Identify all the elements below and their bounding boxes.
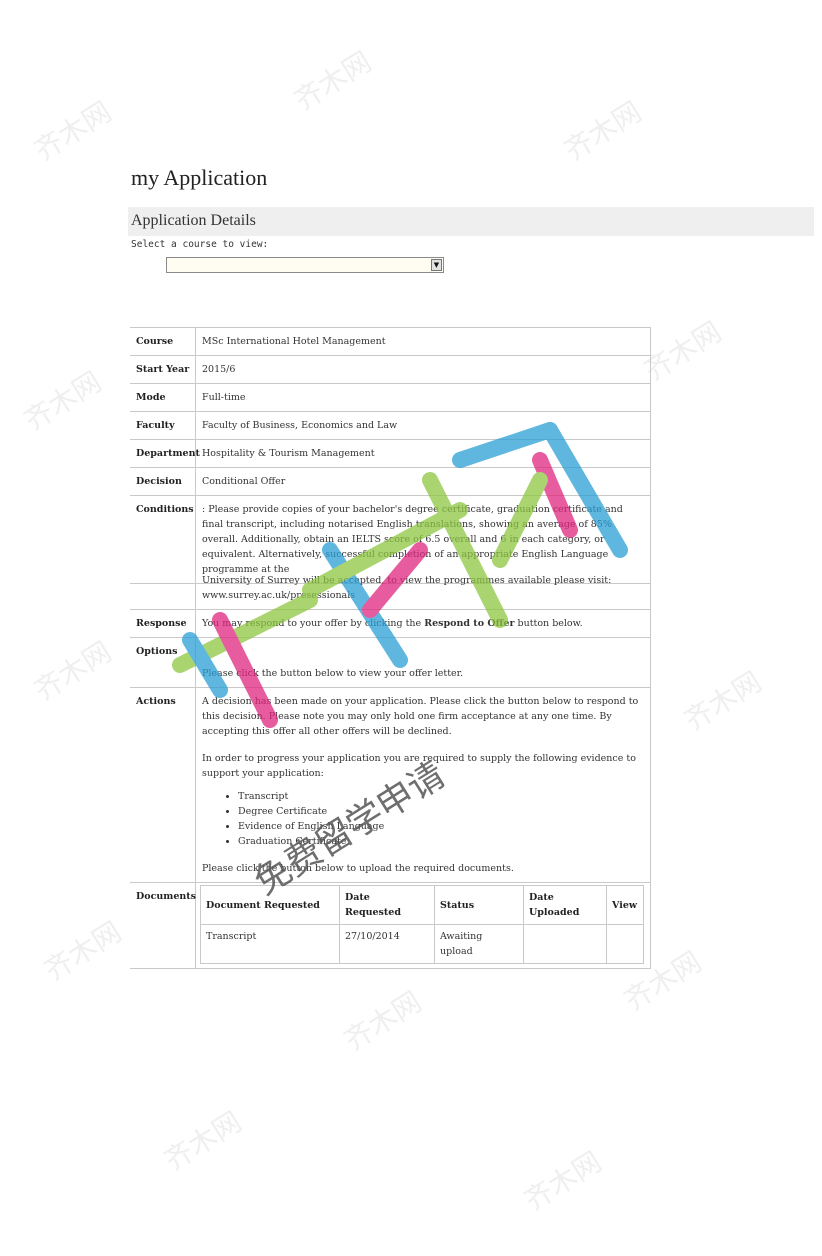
conditions-continued-label	[130, 567, 196, 610]
department-value: Hospitality & Tourism Management	[195, 439, 651, 468]
table-row: Decision Conditional Offer	[130, 467, 651, 496]
documents-label: Documents	[130, 882, 196, 969]
table-row: Faculty Faculty of Business, Economics a…	[130, 411, 651, 440]
table-row: Mode Full-time	[130, 383, 651, 412]
department-label: Department	[130, 439, 200, 468]
response-pre-text: You may respond to your offer by clickin…	[202, 618, 422, 629]
mode-label: Mode	[130, 383, 196, 412]
conditions-continued-value: University of Surrey will be accepted, t…	[195, 567, 651, 610]
documents-value: Document Requested Date Requested Status…	[195, 882, 651, 969]
decision-label: Decision	[130, 467, 196, 496]
list-item: Evidence of English Language	[238, 819, 645, 834]
table-row: Course MSc International Hotel Managemen…	[130, 327, 651, 356]
date-requested-cell: 27/10/2014	[339, 924, 435, 964]
table-row: Actions A decision has been made on your…	[130, 687, 651, 883]
page-title: my Application	[131, 165, 268, 190]
response-value: You may respond to your offer by clickin…	[195, 609, 651, 638]
list-item: Graduation Certificate	[238, 834, 645, 849]
section-title: Application Details	[131, 212, 256, 229]
column-header: Date Uploaded	[523, 885, 607, 925]
course-label: Course	[130, 327, 196, 356]
column-header: Document Requested	[200, 885, 340, 925]
watermark-tile: 齐木网	[558, 95, 648, 168]
table-row: Options Please click the button below to…	[130, 637, 651, 688]
watermark-tile: 齐木网	[518, 1145, 608, 1218]
document-name-cell: Transcript	[200, 924, 340, 964]
status-cell: Awaiting upload	[434, 924, 524, 964]
table-row: Start Year 2015/6	[130, 355, 651, 384]
actions-label: Actions	[130, 687, 196, 883]
list-item: Transcript	[238, 789, 645, 804]
column-header: Status	[434, 885, 524, 925]
mode-value: Full-time	[195, 383, 651, 412]
watermark-tile: 齐木网	[678, 665, 768, 738]
application-details-table: Course MSc International Hotel Managemen…	[130, 327, 651, 584]
response-label: Response	[130, 609, 196, 638]
table-row: Documents Document Requested Date Reques…	[130, 882, 651, 969]
evidence-list: Transcript Degree Certificate Evidence o…	[202, 789, 645, 849]
view-cell[interactable]	[606, 924, 644, 964]
documents-header-row: Document Requested Date Requested Status…	[200, 885, 644, 925]
actions-decision-text: A decision has been made on your applica…	[202, 696, 639, 737]
list-item: Degree Certificate	[238, 804, 645, 819]
watermark-tile: 齐木网	[18, 365, 108, 438]
table-row: Transcript 27/10/2014 Awaiting upload	[200, 924, 644, 964]
response-post-text: button below.	[517, 618, 583, 629]
table-row: Department Hospitality & Tourism Managem…	[130, 439, 651, 468]
documents-table: Document Requested Date Requested Status…	[200, 885, 644, 964]
course-select[interactable]: ▼	[166, 257, 444, 273]
actions-evidence-intro: In order to progress your application yo…	[202, 753, 636, 779]
watermark-tile: 齐木网	[158, 1105, 248, 1178]
application-details-table-continued: University of Surrey will be accepted, t…	[130, 567, 651, 969]
column-header: View	[606, 885, 644, 925]
watermark-tile: 齐木网	[28, 635, 118, 708]
start-year-label: Start Year	[130, 355, 196, 384]
options-value: Please click the button below to view yo…	[195, 637, 651, 688]
watermark-tile: 齐木网	[28, 95, 118, 168]
section-header: Application Details	[128, 207, 814, 236]
faculty-value: Faculty of Business, Economics and Law	[195, 411, 651, 440]
start-year-value: 2015/6	[195, 355, 651, 384]
decision-value: Conditional Offer	[195, 467, 651, 496]
course-select-label: Select a course to view:	[131, 239, 269, 250]
table-row: Response You may respond to your offer b…	[130, 609, 651, 638]
actions-value: A decision has been made on your applica…	[195, 687, 651, 883]
course-value: MSc International Hotel Management	[195, 327, 651, 356]
watermark-tile: 齐木网	[38, 915, 128, 988]
faculty-label: Faculty	[130, 411, 196, 440]
actions-upload-text: Please click the button below to upload …	[202, 863, 514, 874]
column-header: Date Requested	[339, 885, 435, 925]
watermark-tile: 齐木网	[288, 45, 378, 118]
chevron-down-icon[interactable]: ▼	[431, 259, 442, 271]
table-row: University of Surrey will be accepted, t…	[130, 567, 651, 610]
watermark-tile: 齐木网	[338, 985, 428, 1058]
options-label: Options	[130, 637, 196, 688]
date-uploaded-cell	[523, 924, 607, 964]
respond-to-offer-name: Respond to Offer	[424, 618, 515, 629]
